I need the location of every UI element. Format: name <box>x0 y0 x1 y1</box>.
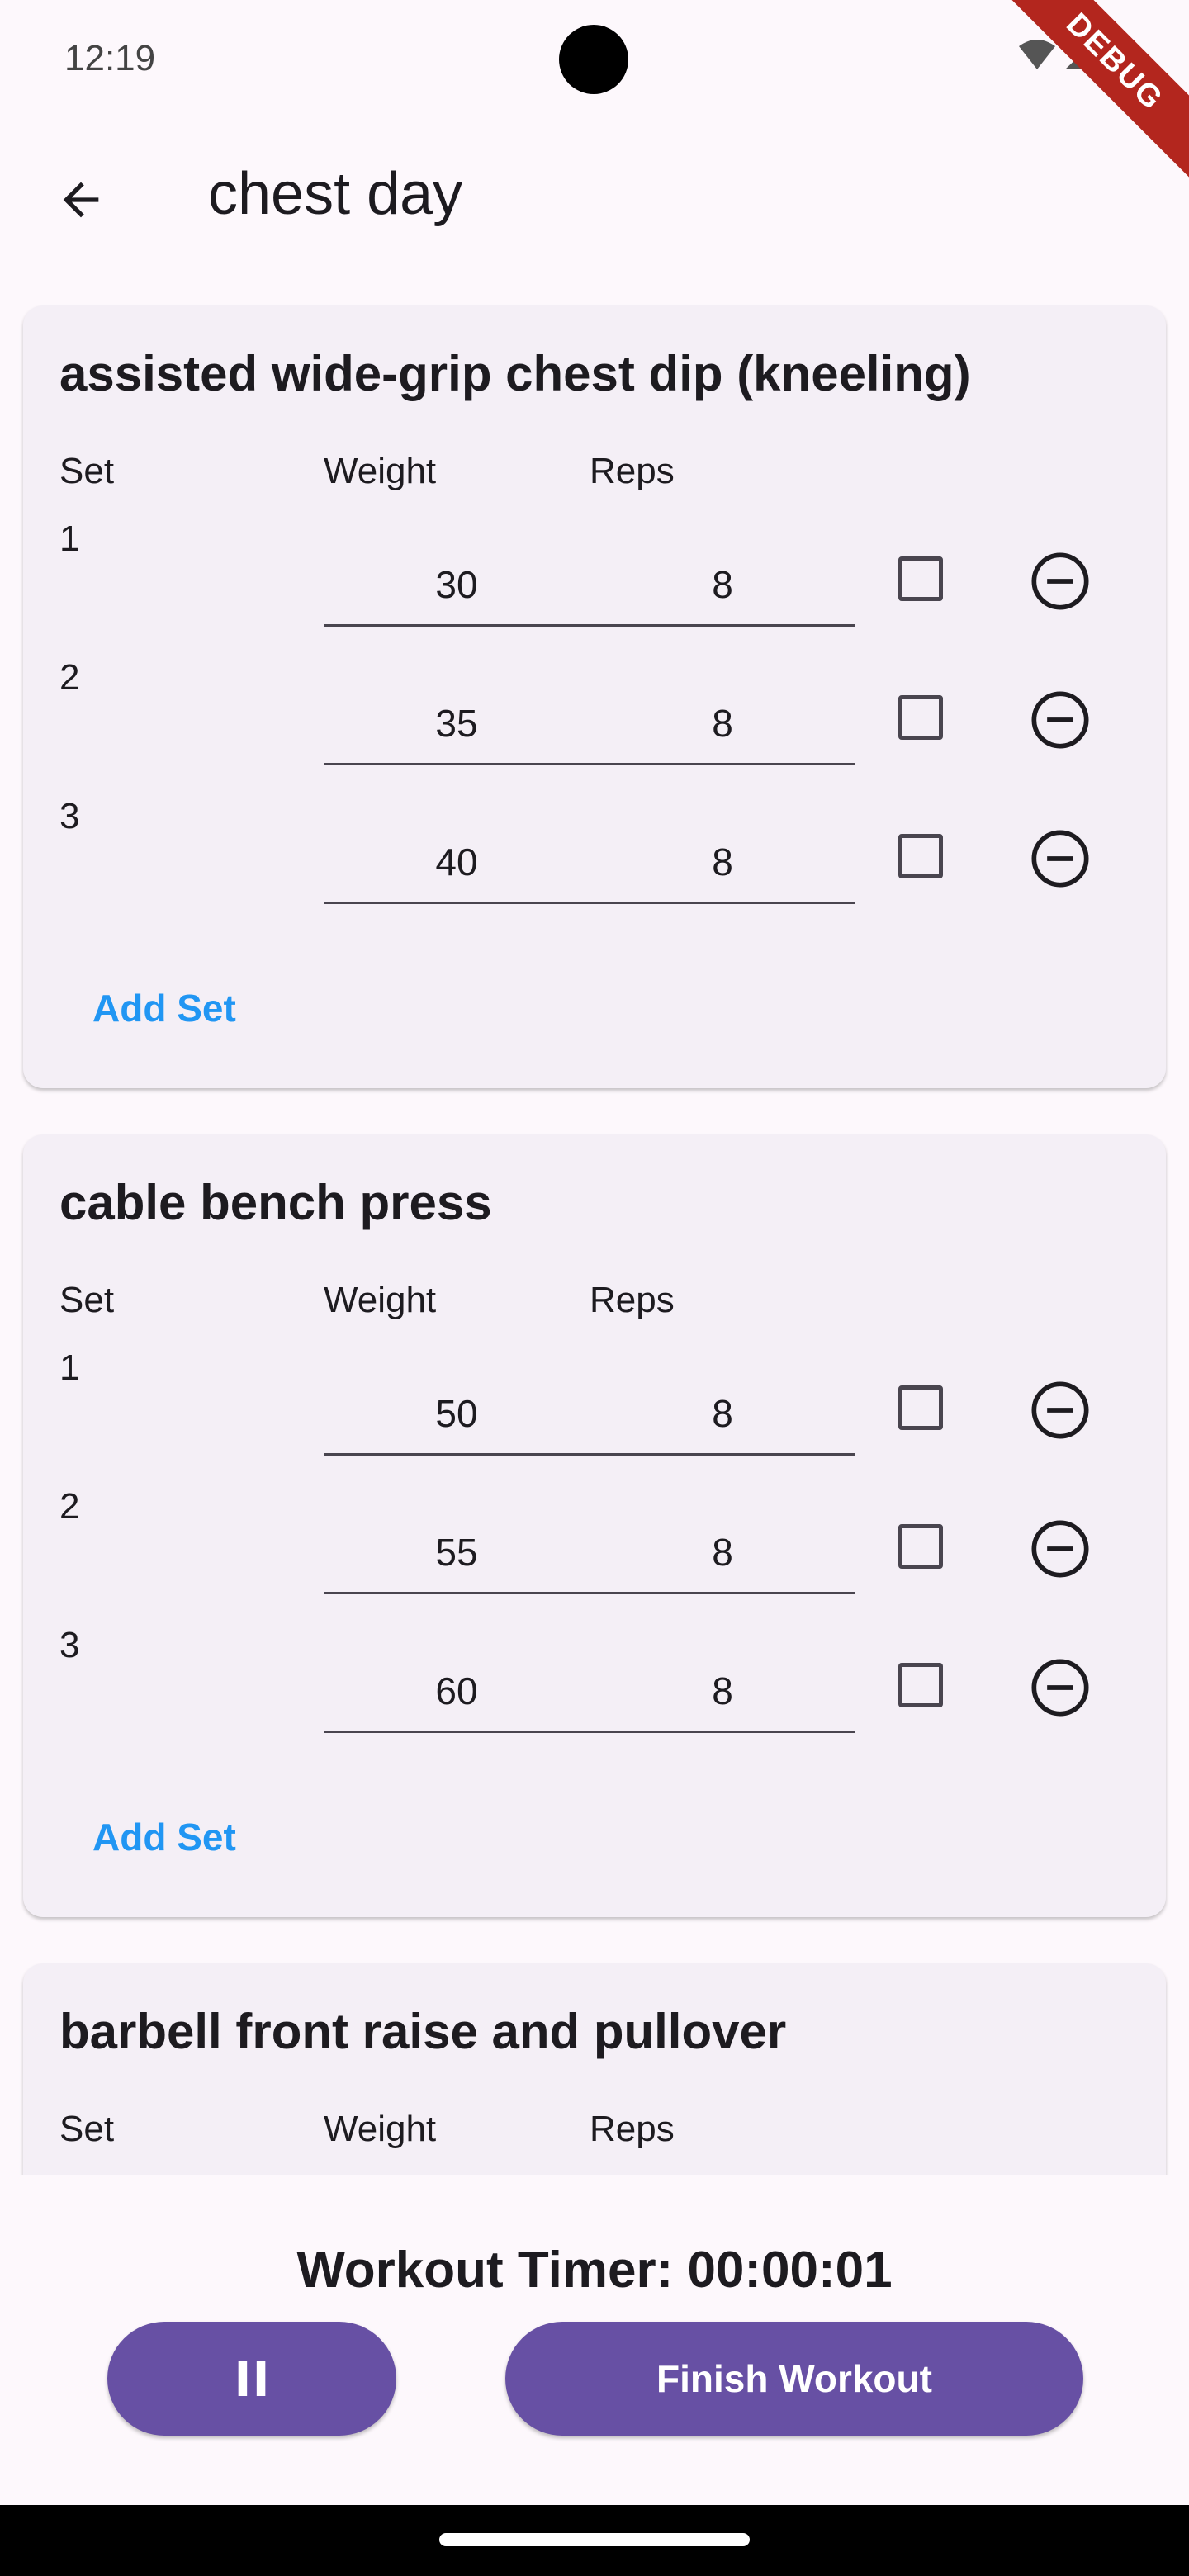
remove-set-icon[interactable] <box>1029 1379 1092 1442</box>
finish-workout-button[interactable]: Finish Workout <box>505 2322 1083 2436</box>
column-header-set: Set <box>59 1280 115 1320</box>
back-button[interactable] <box>40 159 122 241</box>
arrow-back-icon <box>63 182 99 218</box>
status-time: 12:19 <box>64 38 156 78</box>
remove-set-icon[interactable] <box>1029 1656 1092 1719</box>
workout-controls: Workout Timer: 00:00:01 Finish Workout <box>0 2175 1189 2505</box>
set-complete-checkbox[interactable] <box>898 1524 943 1569</box>
pause-icon <box>238 2361 266 2396</box>
set-row: 3 40 8 <box>23 796 1166 935</box>
add-set-button[interactable]: Add Set <box>92 986 236 1030</box>
add-set-button[interactable]: Add Set <box>92 1815 236 1859</box>
exercise-title: barbell front raise and pullover <box>59 2004 787 2059</box>
reps-input[interactable]: 8 <box>590 822 855 904</box>
pause-button[interactable] <box>107 2322 396 2436</box>
weight-input[interactable]: 35 <box>324 684 590 765</box>
remove-set-icon[interactable] <box>1029 689 1092 751</box>
set-complete-checkbox[interactable] <box>898 556 943 601</box>
exercise-list[interactable]: assisted wide-grip chest dip (kneeling) … <box>0 281 1189 2175</box>
set-number: 1 <box>59 519 80 559</box>
set-row: 1 50 8 <box>23 1347 1166 1486</box>
remove-set-icon[interactable] <box>1029 550 1092 613</box>
remove-set-icon[interactable] <box>1029 1518 1092 1580</box>
column-header-set: Set <box>59 2109 115 2149</box>
set-row: 1 30 8 <box>23 519 1166 657</box>
reps-input[interactable]: 8 <box>590 1374 855 1456</box>
exercise-title: cable bench press <box>59 1175 492 1230</box>
set-number: 1 <box>59 1347 80 1388</box>
weight-input[interactable]: 30 <box>324 545 590 627</box>
weight-input[interactable]: 55 <box>324 1513 590 1594</box>
set-number: 3 <box>59 796 80 836</box>
set-row: 2 55 8 <box>23 1486 1166 1625</box>
status-bar: 12:19 DEBUG <box>0 0 1189 206</box>
page-title: chest day <box>208 161 463 227</box>
set-number: 2 <box>59 1486 80 1527</box>
wifi-icon <box>1019 40 1055 69</box>
set-complete-checkbox[interactable] <box>898 1663 943 1707</box>
set-number: 2 <box>59 657 80 698</box>
workout-timer: Workout Timer: 00:00:01 <box>296 2242 893 2299</box>
remove-set-icon[interactable] <box>1029 827 1092 890</box>
reps-input[interactable]: 8 <box>590 684 855 765</box>
exercise-card: cable bench press Set Weight Reps 1 50 8… <box>23 1134 1166 1917</box>
column-header-weight: Weight <box>324 1280 437 1320</box>
weight-input[interactable]: 40 <box>324 822 590 904</box>
set-complete-checkbox[interactable] <box>898 1385 943 1430</box>
weight-input[interactable]: 50 <box>324 1374 590 1456</box>
set-row: 2 35 8 <box>23 657 1166 796</box>
exercise-card: barbell front raise and pullover Set Wei… <box>23 1963 1166 2175</box>
column-header-weight: Weight <box>324 451 437 491</box>
reps-input[interactable]: 8 <box>590 1651 855 1733</box>
home-handle[interactable] <box>439 2533 750 2546</box>
camera-cutout <box>559 25 628 94</box>
reps-input[interactable]: 8 <box>590 545 855 627</box>
column-header-reps: Reps <box>590 2109 675 2149</box>
column-header-set: Set <box>59 451 115 491</box>
column-header-reps: Reps <box>590 1280 675 1320</box>
system-nav-bar <box>0 2505 1189 2576</box>
set-row: 3 60 8 <box>23 1625 1166 1764</box>
column-header-weight: Weight <box>324 2109 437 2149</box>
reps-input[interactable]: 8 <box>590 1513 855 1594</box>
weight-input[interactable]: 60 <box>324 1651 590 1733</box>
set-number: 3 <box>59 1625 80 1665</box>
set-complete-checkbox[interactable] <box>898 695 943 740</box>
column-header-reps: Reps <box>590 451 675 491</box>
exercise-title: assisted wide-grip chest dip (kneeling) <box>59 346 971 401</box>
set-complete-checkbox[interactable] <box>898 834 943 878</box>
exercise-card: assisted wide-grip chest dip (kneeling) … <box>23 305 1166 1088</box>
app-bar: chest day <box>0 124 1189 281</box>
